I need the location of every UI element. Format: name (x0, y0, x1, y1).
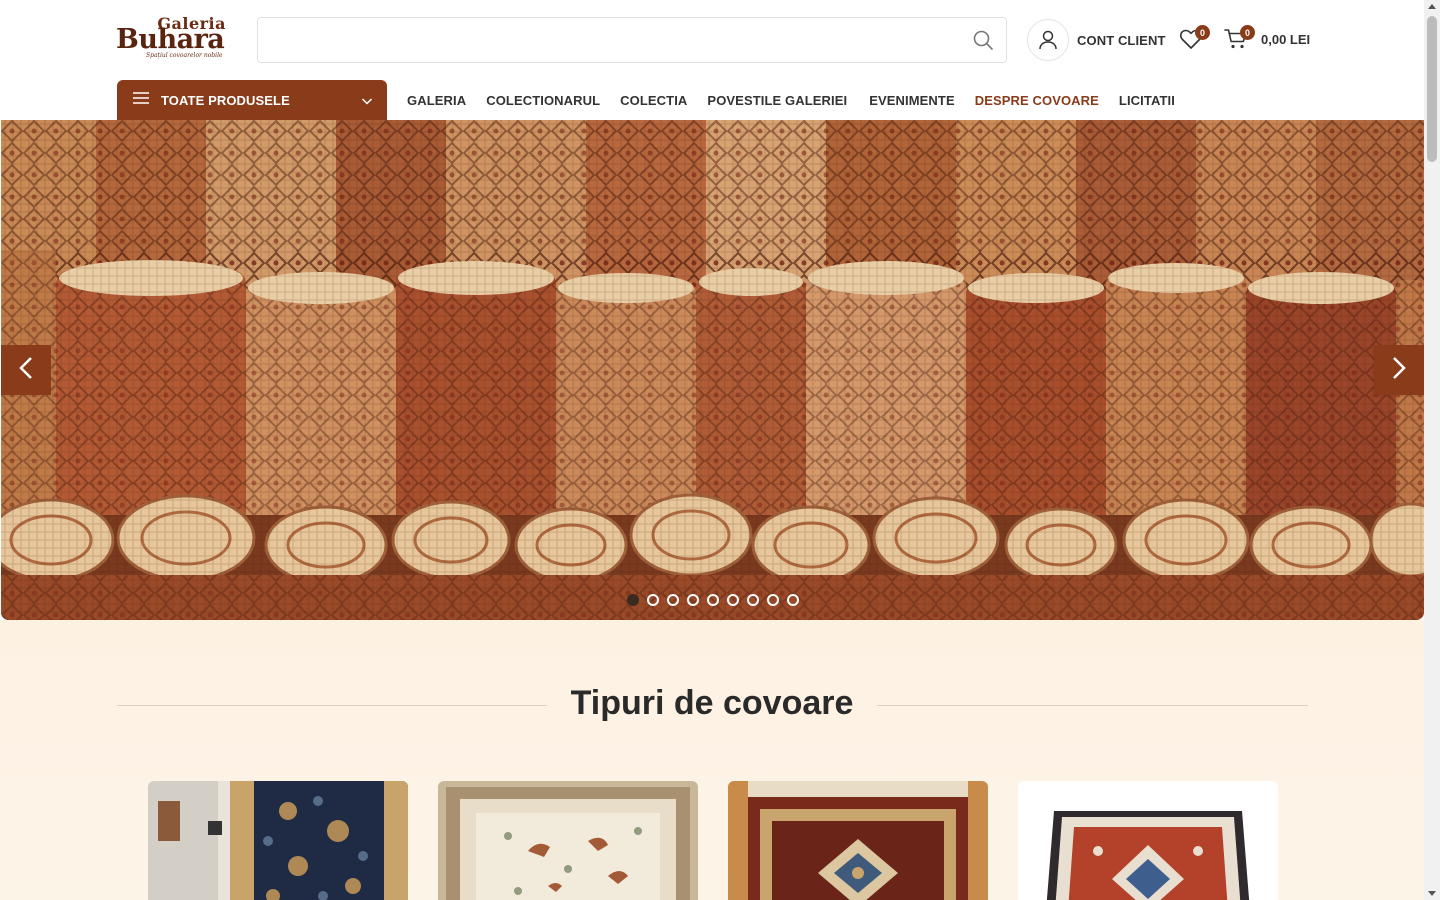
wishlist-button[interactable]: 0 (1179, 25, 1210, 52)
site-logo[interactable]: Galeria Buhara Spațiul covoarelor nobile (116, 14, 232, 62)
slider-pagination (627, 594, 799, 606)
user-icon (1027, 19, 1069, 61)
page: Galeria Buhara Spațiul covoarelor nobile… (0, 0, 1440, 900)
logo-tagline: Spațiul covoarelor nobile (146, 52, 223, 59)
rug-card-image (438, 781, 698, 900)
rug-type-cards (148, 781, 1278, 900)
rug-type-card[interactable] (1018, 781, 1278, 900)
site-header: Galeria Buhara Spațiul covoarelor nobile… (0, 0, 1424, 80)
nav-item-evenimente[interactable]: EVENIMENTE (859, 93, 965, 108)
slider-dot[interactable] (727, 594, 739, 606)
scroll-up-arrow-icon[interactable] (1428, 4, 1436, 9)
cart-total[interactable]: 0,00 LEI (1261, 32, 1310, 47)
slider-dot[interactable] (667, 594, 679, 606)
all-products-dropdown[interactable]: TOATE PRODUSELE (117, 80, 387, 120)
chevron-down-icon (361, 94, 373, 112)
scrollbar-thumb[interactable] (1427, 16, 1437, 162)
nav-item-colectionarul[interactable]: COLECTIONARUL (476, 93, 610, 108)
chevron-right-icon (1390, 355, 1408, 386)
rug-type-card[interactable] (728, 781, 988, 900)
main-menu: GALERIA COLECTIONARUL COLECTIA POVESTILE… (397, 80, 1185, 120)
cart-button[interactable]: 0 (1224, 25, 1255, 52)
nav-item-povestile-galeriei[interactable]: POVESTILE GALERIEI (697, 93, 859, 108)
rug-types-section: Tipuri de covoare (0, 620, 1424, 900)
chevron-left-icon (17, 355, 35, 386)
slider-dot[interactable] (747, 594, 759, 606)
slider-dot[interactable] (627, 594, 639, 606)
slider-next-button[interactable] (1374, 345, 1424, 395)
rug-card-image (728, 781, 988, 900)
wishlist-count-badge: 0 (1195, 25, 1210, 40)
logo-line-buhara: Buhara (116, 24, 225, 55)
slider-prev-button[interactable] (1, 345, 51, 395)
cart-count-badge: 0 (1240, 25, 1255, 40)
account-link[interactable]: CONT CLIENT (1027, 19, 1165, 61)
rug-card-image (1018, 781, 1278, 900)
search-box (257, 17, 1007, 63)
all-products-label: TOATE PRODUSELE (161, 92, 290, 108)
menu-icon (133, 91, 149, 110)
nav-item-licitatii[interactable]: LICITATII (1109, 93, 1185, 108)
hero-slide-image (1, 120, 1424, 620)
rug-card-image (148, 781, 408, 900)
scroll-down-arrow-icon[interactable] (1428, 891, 1436, 896)
nav-item-colectia[interactable]: COLECTIA (610, 93, 697, 108)
slider-dot[interactable] (707, 594, 719, 606)
slider-dot[interactable] (647, 594, 659, 606)
slider-dot[interactable] (767, 594, 779, 606)
account-label: CONT CLIENT (1077, 32, 1166, 48)
rug-type-card[interactable] (438, 781, 698, 900)
section-title: Tipuri de covoare (0, 684, 1424, 723)
search-input[interactable] (258, 18, 958, 62)
nav-item-galeria[interactable]: GALERIA (397, 93, 476, 108)
search-icon[interactable] (972, 29, 994, 51)
slider-dot[interactable] (687, 594, 699, 606)
hero-slider (1, 120, 1424, 620)
page-scrollbar[interactable] (1424, 0, 1440, 900)
slider-dot[interactable] (787, 594, 799, 606)
nav-item-despre-covoare[interactable]: DESPRE COVOARE (965, 93, 1109, 108)
rug-type-card[interactable] (148, 781, 408, 900)
